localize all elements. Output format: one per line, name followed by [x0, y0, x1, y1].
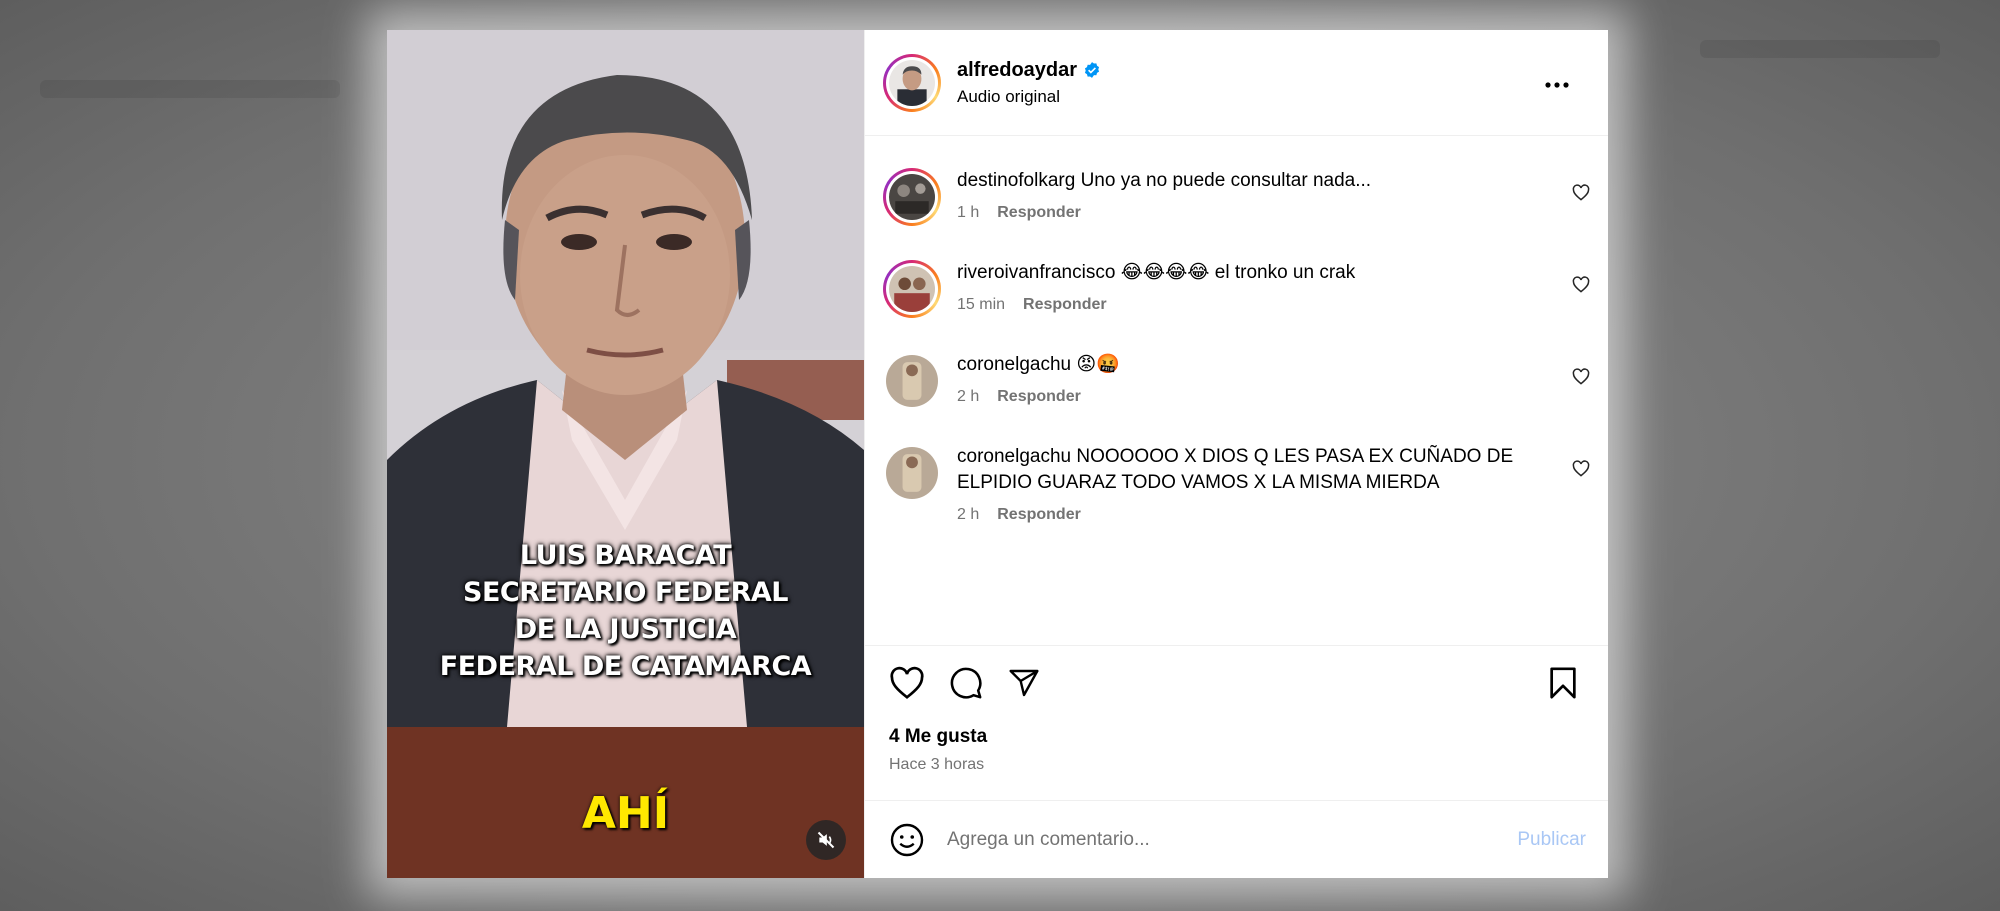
video-caption-overlay: LUIS BARACAT SECRETARIO FEDERAL DE LA JU…	[387, 537, 864, 685]
audio-link[interactable]: Audio original	[957, 87, 1101, 107]
avatar	[889, 174, 935, 220]
caption-line: FEDERAL DE CATAMARCA	[439, 651, 812, 682]
video-subtitle: AHÍ	[581, 788, 670, 839]
avatar[interactable]	[886, 447, 938, 499]
comment-username[interactable]: coronelgachu	[957, 446, 1071, 467]
reply-button[interactable]: Responder	[1023, 296, 1107, 314]
avatar	[889, 266, 935, 312]
heart-icon[interactable]	[889, 666, 925, 700]
comment-time[interactable]: 15 min	[957, 296, 1005, 314]
post-header: alfredoaydar Audio original	[865, 30, 1608, 136]
reply-button[interactable]: Responder	[997, 204, 1081, 222]
emoji-smile-icon[interactable]	[889, 822, 925, 858]
comment-text: 😂😂😂😂 el tronko un crak	[1120, 262, 1356, 283]
author-avatar-ring[interactable]	[883, 53, 941, 112]
likes-count[interactable]: 4 Me gusta	[889, 726, 1590, 748]
comment-text: 😡🤬	[1076, 354, 1120, 375]
caption-line: DE LA JUSTICIA	[514, 614, 737, 645]
commenter-avatar-ring[interactable]	[883, 260, 941, 318]
comment-bubble-icon[interactable]	[949, 666, 983, 700]
caption-line: SECRETARIO FEDERAL	[463, 577, 788, 608]
heart-icon	[1572, 184, 1590, 201]
caption-line: LUIS BARACAT	[519, 540, 732, 571]
comment-item: coronelgachu 😡🤬 2 h Responder	[883, 352, 1590, 410]
commenter-avatar-ring[interactable]	[883, 168, 941, 226]
heart-icon	[1572, 460, 1590, 477]
publish-button[interactable]: Publicar	[1517, 829, 1586, 851]
backdrop-ghost	[1700, 40, 1940, 58]
more-options-button[interactable]	[1544, 76, 1570, 94]
heart-icon	[1572, 276, 1590, 293]
comment-text: Uno ya no puede consultar nada...	[1080, 170, 1372, 191]
post-actions: 4 Me gusta Hace 3 horas	[865, 645, 1608, 800]
comment-like-button[interactable]	[1572, 276, 1590, 298]
backdrop-ghost	[40, 80, 340, 98]
verified-badge-icon	[1085, 62, 1100, 78]
post-side-panel: alfredoaydar Audio original destinofolka…	[864, 30, 1608, 878]
comment-item: coronelgachu NOOOOOO X DIOS Q LES PASA E…	[883, 444, 1590, 524]
paper-plane-icon[interactable]	[1007, 667, 1041, 699]
post-modal: LUIS BARACAT SECRETARIO FEDERAL DE LA JU…	[387, 30, 1608, 878]
post-video[interactable]: LUIS BARACAT SECRETARIO FEDERAL DE LA JU…	[387, 30, 864, 878]
reply-button[interactable]: Responder	[997, 506, 1081, 524]
heart-icon	[1572, 368, 1590, 385]
comment-like-button[interactable]	[1572, 368, 1590, 390]
comment-composer: Publicar	[865, 800, 1608, 878]
avatar[interactable]	[886, 355, 938, 407]
comment-username[interactable]: destinofolkarg	[957, 170, 1075, 191]
post-timestamp: Hace 3 horas	[889, 756, 985, 773]
author-username[interactable]: alfredoaydar	[957, 59, 1077, 82]
bookmark-icon[interactable]	[1548, 666, 1578, 700]
avatar	[889, 59, 935, 106]
more-horizontal-icon	[1545, 82, 1569, 88]
comment-time[interactable]: 1 h	[957, 204, 979, 222]
speaker-muted-icon	[817, 831, 835, 849]
comment-time[interactable]: 2 h	[957, 506, 979, 524]
comment-like-button[interactable]	[1572, 460, 1590, 482]
reply-button[interactable]: Responder	[997, 388, 1081, 406]
comment-time[interactable]: 2 h	[957, 388, 979, 406]
comments-list[interactable]: destinofolkarg Uno ya no puede consultar…	[865, 136, 1608, 645]
mute-toggle-button[interactable]	[806, 820, 846, 860]
comment-like-button[interactable]	[1572, 184, 1590, 206]
comment-input[interactable]	[947, 828, 1518, 851]
comment-item: riveroivanfrancisco 😂😂😂😂 el tronko un cr…	[883, 260, 1590, 318]
comment-username[interactable]: coronelgachu	[957, 354, 1071, 375]
comment-username[interactable]: riveroivanfrancisco	[957, 262, 1115, 283]
comment-item: destinofolkarg Uno ya no puede consultar…	[883, 168, 1590, 226]
